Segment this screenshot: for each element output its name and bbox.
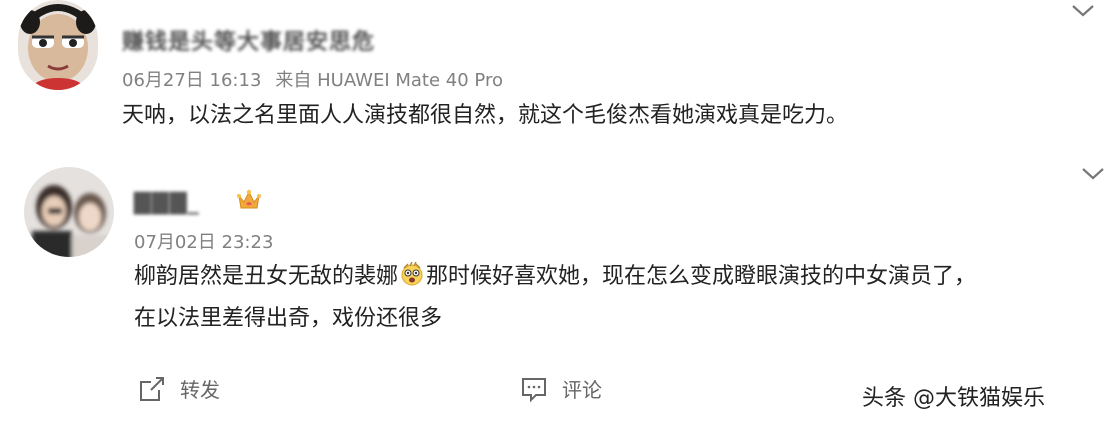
repost-button[interactable]: 转发 <box>138 374 220 403</box>
post-meta: 07月02日 23:23 <box>134 228 287 254</box>
repost-label: 转发 <box>180 378 220 402</box>
chevron-down-icon[interactable] <box>1080 166 1104 182</box>
share-icon <box>140 376 164 401</box>
comment-icon <box>522 377 546 402</box>
comment-text: 天呐，以法之名里面人人演技都很自然，就这个毛俊杰看她演戏真是吃力。 <box>122 103 849 128</box>
comment-item: ▇▇▇_ 07月02日 23:23 柳韵居然是丑女无敌的裴娜 那时候好喜欢她，现… <box>0 150 1104 360</box>
comment-text: 柳韵居然是丑女无敌的裴娜 那时候好喜欢她，现在怎么变成瞪眼演技的中女演员了， 在… <box>134 256 1094 340</box>
comment-button[interactable]: 评论 <box>520 374 602 403</box>
username[interactable]: ▇▇▇_ <box>134 190 200 215</box>
chevron-down-icon[interactable] <box>1070 3 1096 19</box>
post-source: 来自 HUAWEI Mate 40 Pro <box>275 70 503 91</box>
blurred-photo-avatar-icon <box>24 167 114 257</box>
post-date: 06月27日 16:13 <box>122 70 262 91</box>
cartoon-girl-avatar-icon <box>18 0 98 90</box>
comment-line-1: 柳韵居然是丑女无敌的裴娜 那时候好喜欢她，现在怎么变成瞪眼演技的中女演员了， <box>134 262 977 289</box>
post-meta: 06月27日 16:13 来自 HUAWEI Mate 40 Pro <box>122 66 517 92</box>
username[interactable]: 赚钱是头等大事居安思危 <box>122 24 375 56</box>
comment-line-2: 在以法里差得出奇，戏份还很多 <box>134 306 443 331</box>
comment-label: 评论 <box>562 378 602 402</box>
avatar[interactable] <box>24 167 114 257</box>
watermark: 头条 @大铁猫娱乐 <box>862 386 1045 411</box>
avatar[interactable] <box>18 0 98 90</box>
comment-item: 赚钱是头等大事居安思危 06月27日 16:13 来自 HUAWEI Mate 4… <box>0 0 1104 150</box>
post-date: 07月02日 23:23 <box>134 232 274 253</box>
crown-icon <box>237 189 261 209</box>
shocked-face-emoji-icon <box>401 262 423 286</box>
